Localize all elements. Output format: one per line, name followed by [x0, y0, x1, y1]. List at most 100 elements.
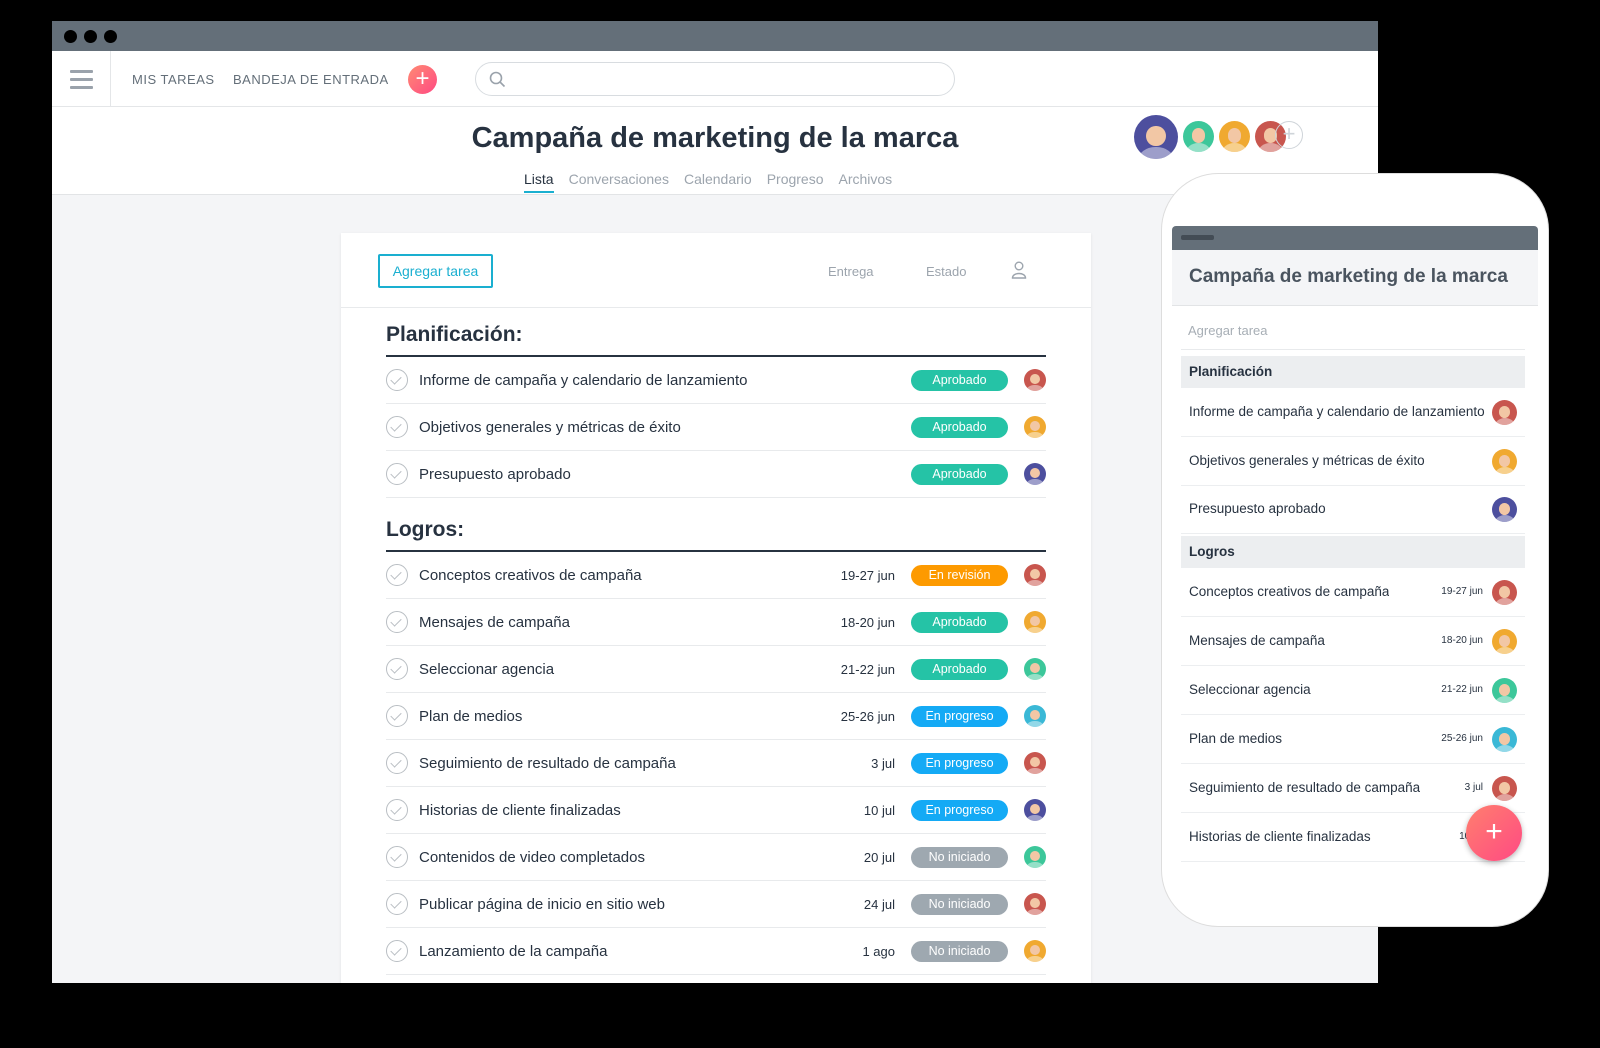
- task-row[interactable]: Conceptos creativos de campaña 19-27 jun E…: [386, 552, 1046, 599]
- status-badge[interactable]: No iniciado: [911, 847, 1008, 868]
- assignee-avatar[interactable]: [1024, 705, 1046, 727]
- complete-checkbox-icon[interactable]: [386, 893, 408, 915]
- complete-checkbox-icon[interactable]: [386, 940, 408, 962]
- mobile-task-name[interactable]: Mensajes de campaña: [1189, 633, 1325, 648]
- task-row[interactable]: Objetivos generales y métricas de éxito A…: [386, 404, 1046, 451]
- member-avatar[interactable]: [1219, 121, 1250, 152]
- task-name[interactable]: Seleccionar agencia: [419, 661, 554, 678]
- task-name[interactable]: Contenidos de video completados: [419, 849, 645, 866]
- status-badge[interactable]: No iniciado: [911, 894, 1008, 915]
- mobile-assignee-avatar[interactable]: [1492, 400, 1517, 425]
- task-name[interactable]: Objetivos generales y métricas de éxito: [419, 419, 681, 436]
- tab-files[interactable]: Archivos: [839, 171, 893, 191]
- tab-progress[interactable]: Progreso: [767, 171, 824, 191]
- task-name[interactable]: Lanzamiento de la campaña: [419, 943, 607, 960]
- task-due-date[interactable]: 25-26 jun: [841, 709, 895, 724]
- assignee-avatar[interactable]: [1024, 369, 1046, 391]
- task-row[interactable]: Contenidos de video completados 20 jul No …: [386, 834, 1046, 881]
- quick-add-button[interactable]: +: [408, 65, 437, 94]
- task-row[interactable]: Historias de cliente finalizadas 10 jul En…: [386, 787, 1046, 834]
- assignee-avatar[interactable]: [1024, 940, 1046, 962]
- task-row[interactable]: Presupuesto aprobado Aprobado: [386, 451, 1046, 498]
- complete-checkbox-icon[interactable]: [386, 705, 408, 727]
- assignee-avatar[interactable]: [1024, 752, 1046, 774]
- assignee-column-icon[interactable]: [1011, 261, 1027, 279]
- member-avatar[interactable]: [1183, 121, 1214, 152]
- mobile-task-row[interactable]: Seleccionar agencia 21-22 jun: [1181, 666, 1525, 715]
- mobile-section-header[interactable]: Planificación: [1181, 356, 1525, 388]
- status-badge[interactable]: Aprobado: [911, 417, 1008, 438]
- task-row[interactable]: Seguimiento de resultado de campaña 3 jul…: [386, 740, 1046, 787]
- hamburger-menu-icon[interactable]: [52, 51, 111, 107]
- mobile-add-task-input[interactable]: Agregar tarea: [1188, 323, 1268, 338]
- assignee-avatar[interactable]: [1024, 658, 1046, 680]
- mobile-assignee-avatar[interactable]: [1492, 449, 1517, 474]
- mobile-add-fab[interactable]: +: [1466, 805, 1522, 861]
- window-minimize-dot[interactable]: [84, 30, 97, 43]
- assignee-avatar[interactable]: [1024, 846, 1046, 868]
- status-badge[interactable]: Aprobado: [911, 464, 1008, 485]
- task-name[interactable]: Presupuesto aprobado: [419, 466, 571, 483]
- mobile-task-row[interactable]: Conceptos creativos de campaña 19-27 jun: [1181, 568, 1525, 617]
- task-due-date[interactable]: 24 jul: [864, 897, 895, 912]
- mobile-task-name[interactable]: Historias de cliente finalizadas: [1189, 829, 1371, 844]
- window-maximize-dot[interactable]: [104, 30, 117, 43]
- mobile-task-name[interactable]: Informe de campaña y calendario de lanza…: [1189, 404, 1485, 419]
- mobile-assignee-avatar[interactable]: [1492, 727, 1517, 752]
- task-due-date[interactable]: 3 jul: [871, 756, 895, 771]
- assignee-avatar[interactable]: [1024, 893, 1046, 915]
- mobile-task-row[interactable]: Mensajes de campaña 18-20 jun: [1181, 617, 1525, 666]
- mobile-task-name[interactable]: Plan de medios: [1189, 731, 1282, 746]
- task-name[interactable]: Publicar página de inicio en sitio web: [419, 896, 665, 913]
- mobile-task-name[interactable]: Presupuesto aprobado: [1189, 501, 1326, 516]
- assignee-avatar[interactable]: [1024, 611, 1046, 633]
- task-due-date[interactable]: 19-27 jun: [841, 568, 895, 583]
- tab-list[interactable]: Lista: [524, 171, 554, 193]
- section-header[interactable]: Planificación:: [386, 321, 1046, 357]
- task-due-date[interactable]: 1 ago: [862, 944, 895, 959]
- mobile-task-row[interactable]: Objetivos generales y métricas de éxito: [1181, 437, 1525, 486]
- complete-checkbox-icon[interactable]: [386, 611, 408, 633]
- mobile-assignee-avatar[interactable]: [1492, 776, 1517, 801]
- task-name[interactable]: Mensajes de campaña: [419, 614, 570, 631]
- task-name[interactable]: Seguimiento de resultado de campaña: [419, 755, 676, 772]
- task-row[interactable]: Informe de campaña y calendario de lanza…: [386, 357, 1046, 404]
- task-due-date[interactable]: 18-20 jun: [841, 615, 895, 630]
- mobile-assignee-avatar[interactable]: [1492, 629, 1517, 654]
- task-row[interactable]: Lanzamiento de la campaña 1 ago No iniciad…: [386, 928, 1046, 975]
- task-due-date[interactable]: 20 jul: [864, 850, 895, 865]
- mobile-task-row[interactable]: Plan de medios 25-26 jun: [1181, 715, 1525, 764]
- status-badge[interactable]: Aprobado: [911, 659, 1008, 680]
- task-row[interactable]: Seleccionar agencia 21-22 jun Aprobado: [386, 646, 1046, 693]
- status-badge[interactable]: En revisión: [911, 565, 1008, 586]
- section-header[interactable]: Logros:: [386, 516, 1046, 552]
- complete-checkbox-icon[interactable]: [386, 369, 408, 391]
- add-member-button[interactable]: +: [1275, 121, 1303, 149]
- assignee-avatar[interactable]: [1024, 564, 1046, 586]
- task-name[interactable]: Plan de medios: [419, 708, 522, 725]
- status-badge[interactable]: En progreso: [911, 706, 1008, 727]
- status-badge[interactable]: Aprobado: [911, 612, 1008, 633]
- status-badge[interactable]: En progreso: [911, 800, 1008, 821]
- complete-checkbox-icon[interactable]: [386, 752, 408, 774]
- tab-conversations[interactable]: Conversaciones: [569, 171, 669, 191]
- mobile-task-row[interactable]: Presupuesto aprobado: [1181, 485, 1525, 534]
- nav-inbox[interactable]: BANDEJA DE ENTRADA: [233, 72, 389, 87]
- complete-checkbox-icon[interactable]: [386, 416, 408, 438]
- task-row[interactable]: Plan de medios 25-26 jun En progreso: [386, 693, 1046, 740]
- window-close-dot[interactable]: [64, 30, 77, 43]
- task-name[interactable]: Conceptos creativos de campaña: [419, 567, 642, 584]
- mobile-task-name[interactable]: Objetivos generales y métricas de éxito: [1189, 453, 1425, 468]
- task-row[interactable]: Publicar página de inicio en sitio web 24…: [386, 881, 1046, 928]
- nav-my-tasks[interactable]: MIS TAREAS: [132, 72, 215, 87]
- mobile-assignee-avatar[interactable]: [1492, 497, 1517, 522]
- assignee-avatar[interactable]: [1024, 463, 1046, 485]
- task-name[interactable]: Informe de campaña y calendario de lanza…: [419, 372, 748, 389]
- mobile-task-name[interactable]: Seguimiento de resultado de campaña: [1189, 780, 1420, 795]
- column-header-status[interactable]: Estado: [926, 264, 966, 279]
- mobile-task-name[interactable]: Conceptos creativos de campaña: [1189, 584, 1389, 599]
- mobile-assignee-avatar[interactable]: [1492, 678, 1517, 703]
- complete-checkbox-icon[interactable]: [386, 463, 408, 485]
- status-badge[interactable]: En progreso: [911, 753, 1008, 774]
- mobile-assignee-avatar[interactable]: [1492, 580, 1517, 605]
